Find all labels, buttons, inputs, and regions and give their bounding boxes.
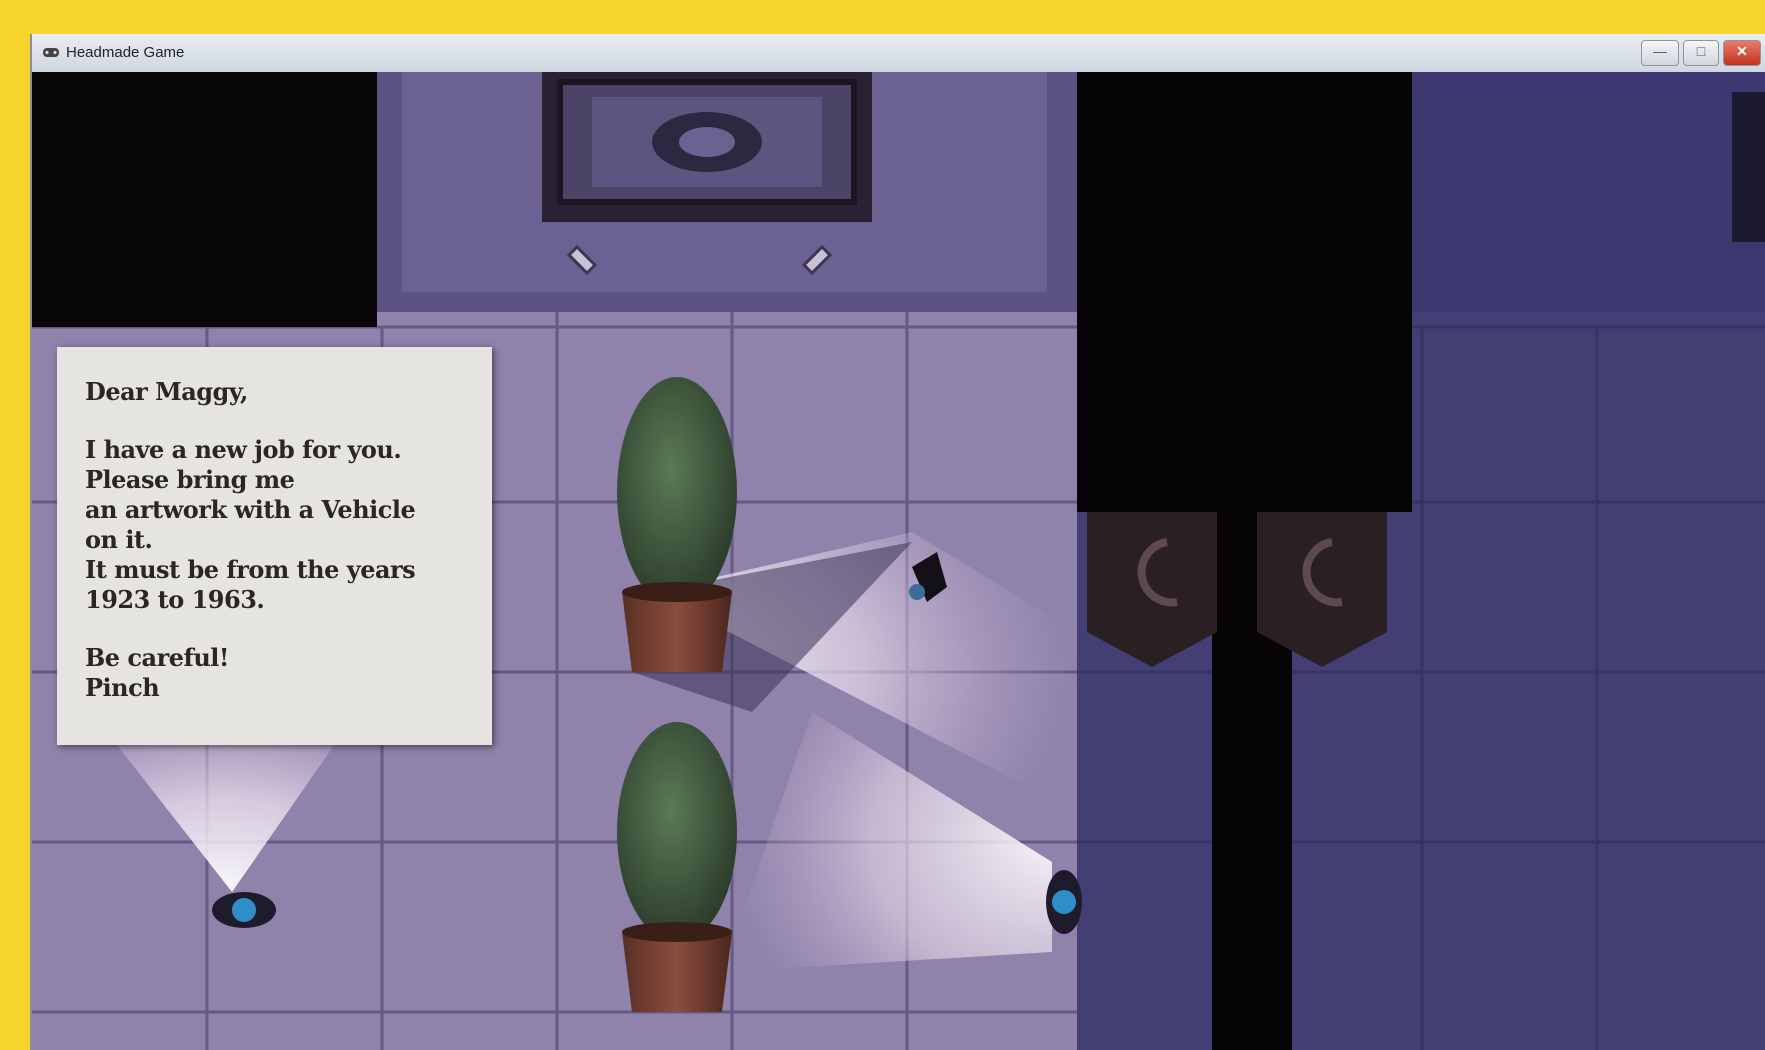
maximize-button[interactable]: □ <box>1683 40 1719 66</box>
close-icon: ✕ <box>1736 43 1748 59</box>
dark-hallway <box>1077 72 1412 512</box>
mission-letter: Dear Maggy, I have a new job for you. Pl… <box>57 347 492 745</box>
potted-plant-top <box>617 377 737 672</box>
letter-line-5: It must be from the years <box>85 555 416 584</box>
security-guard-left[interactable] <box>212 892 276 928</box>
letter-line-1: I have a new job for you. <box>85 435 402 464</box>
game-controller-icon <box>43 48 59 57</box>
letter-line-3: an artwork with a Vehicle <box>85 495 416 524</box>
window-title: Headmade Game <box>66 44 185 61</box>
potted-plant-bottom <box>617 722 737 1012</box>
right-wall-pillar <box>1732 92 1765 242</box>
security-guard-right[interactable] <box>1046 870 1082 934</box>
wall-painting <box>542 72 872 222</box>
letter-line-2: Please bring me <box>85 465 295 494</box>
letter-salutation: Dear Maggy, <box>85 377 248 406</box>
minimize-button[interactable]: — <box>1641 40 1679 66</box>
letter-line-6: 1923 to 1963. <box>85 585 265 614</box>
letter-line-7: Be careful! <box>85 643 229 672</box>
dark-void-top-left <box>32 72 377 327</box>
maximize-icon: □ <box>1696 43 1706 59</box>
letter-signature: Pinch <box>85 673 160 702</box>
close-button[interactable]: ✕ <box>1723 40 1761 66</box>
letter-line-4: on it. <box>85 525 153 554</box>
window-titlebar[interactable]: Headmade Game — □ ✕ <box>32 34 1765 73</box>
game-scene[interactable]: Dear Maggy, I have a new job for you. Pl… <box>32 72 1765 1050</box>
game-window: Headmade Game — □ ✕ Dear Maggy, I have a… <box>30 34 1765 1050</box>
minimize-icon: — <box>1653 43 1667 59</box>
